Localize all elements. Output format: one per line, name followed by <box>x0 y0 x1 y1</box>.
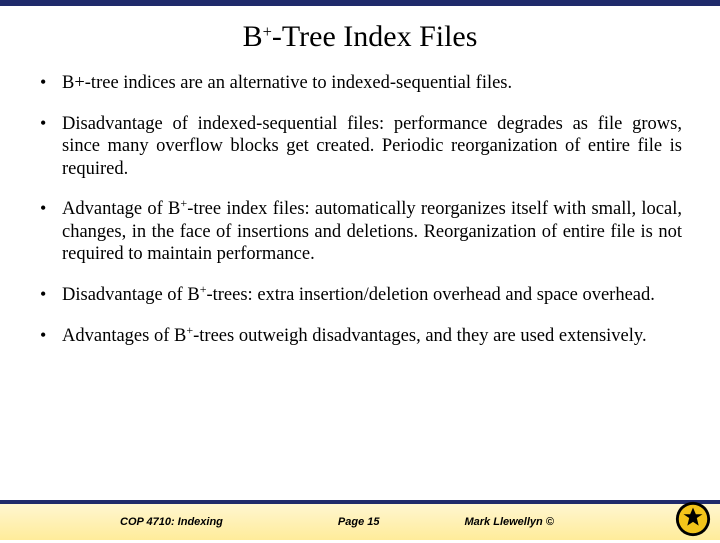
footer-author: Mark Llewellyn © <box>465 516 554 528</box>
slide-content: B+-Tree Index Files B+-tree indices are … <box>0 6 720 347</box>
bullet-item: B+-tree indices are an alternative to in… <box>38 72 682 95</box>
bullet-item: Advantage of B+-tree index files: automa… <box>38 198 682 266</box>
title-post: -Tree Index Files <box>272 20 478 53</box>
footer-page: Page 15 <box>338 516 380 528</box>
bullet-pre: Advantage of B <box>62 199 180 219</box>
footer-course: COP 4710: Indexing <box>120 516 223 528</box>
bullet-item: Disadvantage of B+-trees: extra insertio… <box>38 284 682 307</box>
bullet-post: -trees outweigh disadvantages, and they … <box>193 326 646 346</box>
ucf-logo-icon <box>674 500 712 538</box>
footer: COP 4710: Indexing Page 15 Mark Llewelly… <box>0 504 720 540</box>
bullet-list: B+-tree indices are an alternative to in… <box>32 72 688 347</box>
bullet-text: B+-tree indices are an alternative to in… <box>62 73 512 93</box>
bullet-item: Disadvantage of indexed-sequential files… <box>38 113 682 181</box>
bullet-text: Disadvantage of indexed-sequential files… <box>62 114 682 179</box>
bullet-post: -trees: extra insertion/deletion overhea… <box>206 285 654 305</box>
title-pre: B <box>243 20 263 53</box>
bullet-pre: Disadvantage of B <box>62 285 200 305</box>
bullet-pre: Advantages of B <box>62 326 186 346</box>
slide-title: B+-Tree Index Files <box>32 20 688 54</box>
bullet-item: Advantages of B+-trees outweigh disadvan… <box>38 325 682 348</box>
title-sup: + <box>263 22 272 41</box>
